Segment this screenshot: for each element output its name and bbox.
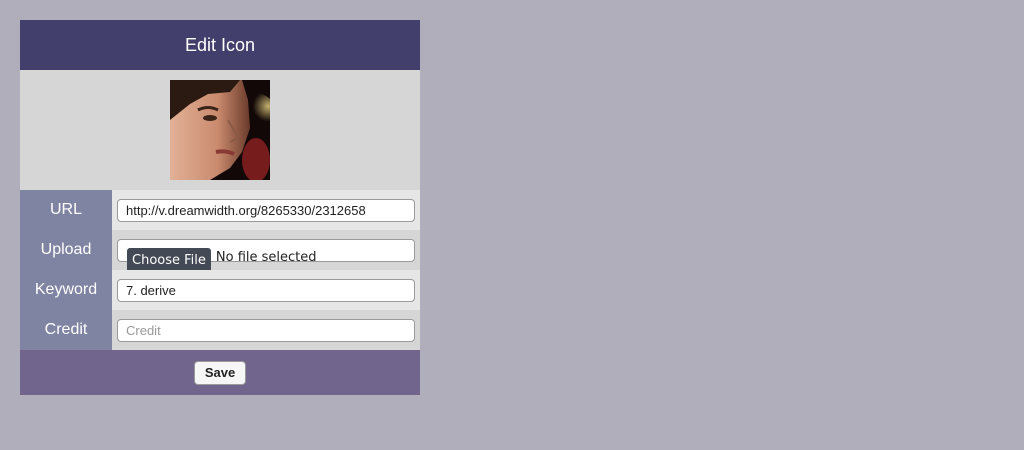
upload-label: Upload (20, 230, 112, 270)
save-button[interactable]: Save (193, 360, 247, 385)
file-upload-input[interactable]: Choose File No file selected (117, 238, 415, 270)
url-label: URL (20, 190, 112, 230)
icon-preview-area (20, 70, 420, 190)
credit-input[interactable] (117, 318, 415, 342)
url-input[interactable] (117, 198, 415, 222)
upload-row: Upload Choose File No file selected (20, 230, 420, 270)
url-row: URL (20, 190, 420, 230)
upload-field-cell: Choose File No file selected (112, 230, 420, 270)
credit-field-cell (112, 310, 420, 350)
url-field-cell (112, 190, 420, 230)
panel-header: Edit Icon (20, 20, 420, 70)
edit-icon-panel: Edit Icon URL http://v.dreamwidth.org/82… (20, 20, 420, 395)
panel-title: Edit Icon (184, 34, 256, 55)
icon-preview-image (170, 80, 270, 180)
portrait-icon (170, 80, 270, 180)
keyword-input[interactable] (117, 278, 415, 302)
choose-file-button[interactable]: Choose File (127, 247, 211, 270)
credit-row: Credit (20, 310, 420, 350)
panel-footer: Save (20, 350, 420, 395)
file-status-text: No file selected (215, 249, 317, 265)
keyword-row: Keyword (20, 270, 420, 310)
keyword-label: Keyword (20, 270, 112, 310)
credit-label: Credit (20, 310, 112, 350)
keyword-field-cell (112, 270, 420, 310)
